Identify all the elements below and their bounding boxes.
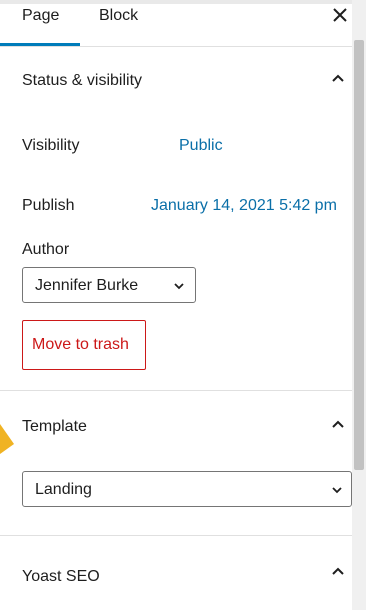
template-select[interactable]: Landing [22,471,352,507]
template-select-value: Landing [35,481,92,498]
tab-page[interactable]: Page [22,7,59,25]
chevron-down-icon [332,487,342,494]
publish-date-link[interactable]: January 14, 2021 5:42 pm [151,197,337,215]
panel-divider [0,390,352,391]
yoast-seo-title[interactable]: Yoast SEO [22,568,100,586]
active-tab-indicator [0,43,80,46]
document-settings-sidebar: Page Block Status & visibility Visibilit… [0,0,352,610]
move-to-trash-button[interactable]: Move to trash [22,320,146,370]
visibility-label: Visibility [22,137,80,154]
publish-label: Publish [22,197,75,214]
scrollbar-thumb[interactable] [354,40,364,470]
chevron-down-icon [174,283,184,290]
sidebar-tabs: Page Block [0,0,352,47]
author-select-value: Jennifer Burke [35,277,139,294]
author-label: Author [22,241,70,258]
chevron-up-icon[interactable] [330,72,346,84]
annotation-arrow-icon [0,424,14,454]
move-to-trash-label: Move to trash [32,336,129,353]
chevron-up-icon[interactable] [330,565,346,577]
template-title[interactable]: Template [22,418,87,436]
visibility-toggle[interactable]: Public [179,137,223,155]
tab-block[interactable]: Block [99,7,138,25]
panel-divider [0,535,352,536]
chevron-up-icon[interactable] [330,418,346,430]
close-icon[interactable] [330,4,350,26]
author-select[interactable]: Jennifer Burke [22,267,196,303]
status-visibility-title[interactable]: Status & visibility [22,72,142,90]
